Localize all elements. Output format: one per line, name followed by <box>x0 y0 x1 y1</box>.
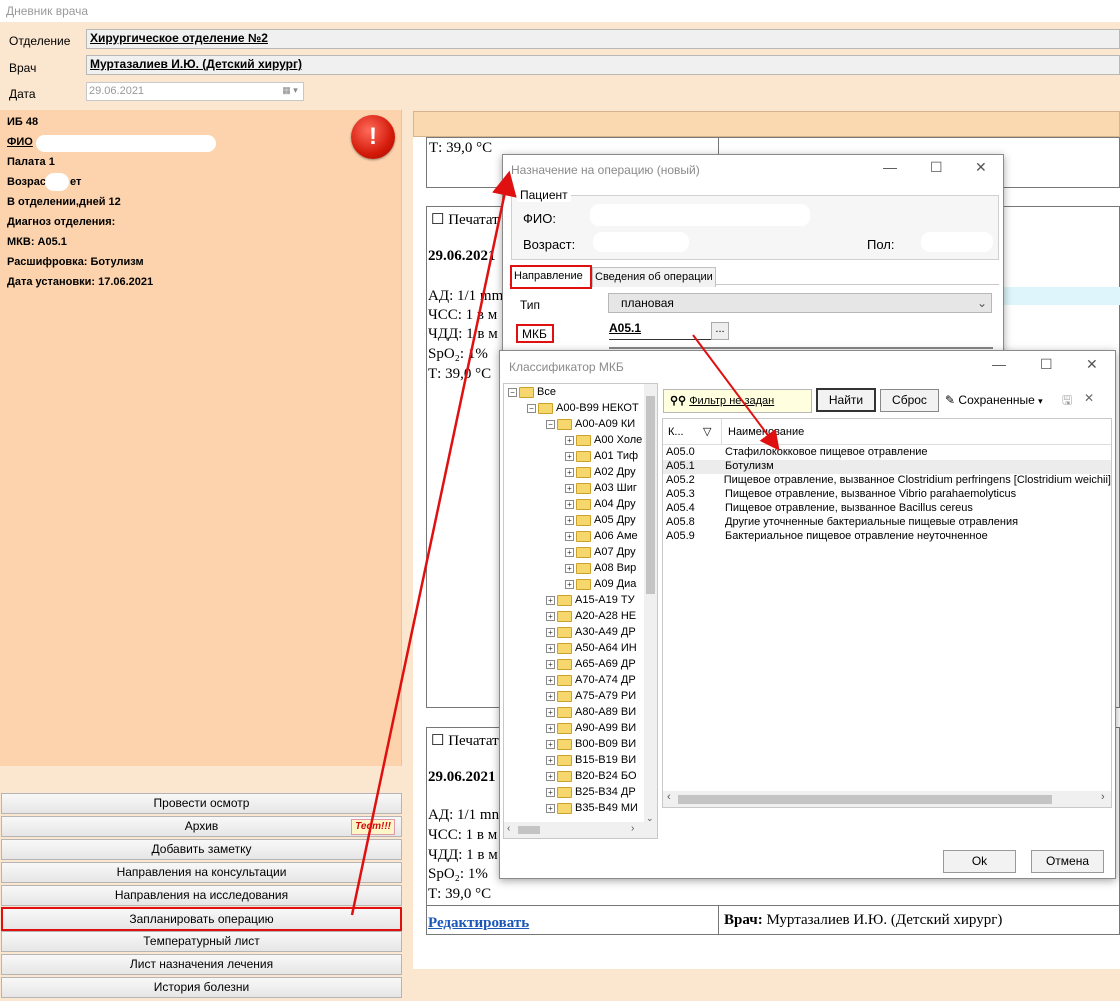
annotation-arrows <box>350 170 780 916</box>
